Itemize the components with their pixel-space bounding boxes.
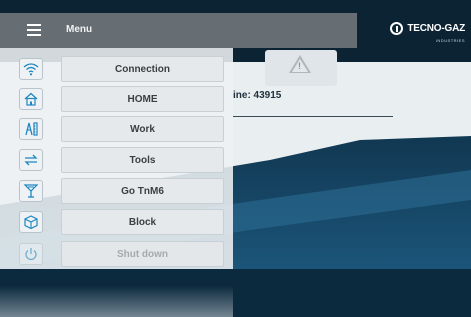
serial-divider: [233, 116, 393, 117]
menu-item-label[interactable]: Block: [61, 209, 224, 235]
antenna-icon: [19, 180, 43, 202]
brand-logo: TECNO-GAZ: [390, 22, 465, 35]
menu-item-go-tnm6[interactable]: Go TnM6: [0, 178, 233, 204]
menu-item-shut-down[interactable]: Shut down: [0, 241, 233, 267]
brand-tagline: INDUSTRIES: [435, 38, 465, 43]
logo-mark-icon: [390, 22, 404, 35]
menu-item-label[interactable]: Tools: [61, 147, 224, 173]
menu-item-tools[interactable]: Tools: [0, 147, 233, 173]
swap-arrows-icon: [19, 149, 43, 171]
brand-name: TECNO-GAZ: [407, 23, 465, 34]
drawer-fade: [0, 286, 233, 317]
menu-item-label[interactable]: Go TnM6: [61, 178, 224, 204]
menu-item-label[interactable]: Connection: [61, 56, 224, 82]
menu-item-label[interactable]: HOME: [61, 86, 224, 112]
menu-item-connection[interactable]: Connection: [0, 56, 233, 82]
wifi-icon: [19, 58, 43, 80]
work-tools-icon: [19, 118, 43, 140]
menu-item-work[interactable]: Work: [0, 116, 233, 142]
power-icon: [19, 243, 43, 265]
menu-item-label[interactable]: Shut down: [61, 241, 224, 267]
home-icon: [19, 88, 43, 110]
menu-item-block[interactable]: Block: [0, 209, 233, 235]
menu-title: Menu: [66, 24, 93, 35]
menu-item-label[interactable]: Work: [61, 116, 224, 142]
cube-icon: [19, 211, 43, 233]
hamburger-icon[interactable]: [27, 24, 41, 39]
machine-serial: ine: 43915: [233, 90, 282, 101]
warning-mark: !: [298, 61, 301, 71]
menu-header: Menu: [0, 13, 357, 48]
menu-item-home[interactable]: HOME: [0, 86, 233, 112]
